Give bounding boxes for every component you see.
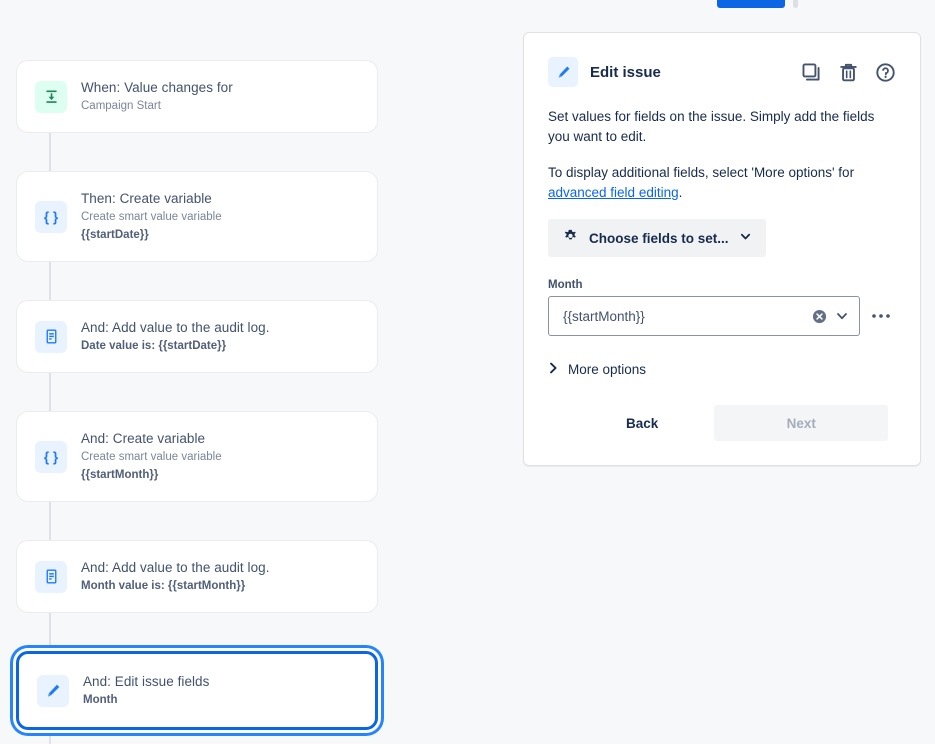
- rule-node: { } And: Create variable Create smart va…: [16, 411, 378, 540]
- rule-card-subtitle: Create smart value variable: [81, 451, 222, 463]
- audit-log-glyph: [46, 569, 56, 584]
- gear-icon: [562, 228, 579, 248]
- rule-connector: [49, 262, 51, 300]
- chevron-down-icon[interactable]: [835, 309, 849, 323]
- rule-node: And: Edit issue fields Month: [16, 651, 378, 744]
- panel-description-2-prefix: To display additional fields, select 'Mo…: [548, 165, 855, 180]
- rule-card-subtitle: Campaign Start: [81, 100, 161, 112]
- value-change-glyph: [45, 90, 57, 103]
- svg-text:{ }: { }: [44, 209, 59, 224]
- more-horizontal-icon[interactable]: [866, 312, 896, 320]
- audit-log-glyph: [46, 329, 56, 344]
- rule-card-text: And: Add value to the audit log. Month v…: [81, 559, 270, 594]
- rule-card-trigger[interactable]: When: Value changes for Campaign Start: [16, 60, 378, 133]
- rule-connector: [49, 502, 51, 540]
- curly-braces-glyph: { }: [44, 449, 59, 464]
- value-change-icon: [35, 80, 67, 113]
- rule-card-subtitle: Month: [83, 694, 118, 706]
- rule-chain: When: Value changes for Campaign Start {…: [16, 60, 378, 744]
- rule-card-audit-log-1[interactable]: And: Add value to the audit log. Date va…: [16, 300, 378, 373]
- curly-braces-icon: { }: [35, 440, 67, 473]
- rule-card-audit-log-2[interactable]: And: Add value to the audit log. Month v…: [16, 540, 378, 613]
- pencil-icon: [37, 674, 69, 707]
- rule-card-subtitle-value: {{startDate}}: [81, 229, 149, 241]
- back-button[interactable]: Back: [604, 406, 680, 441]
- help-icon[interactable]: [875, 62, 896, 83]
- chevron-down-glyph: [740, 233, 750, 240]
- rule-node: And: Add value to the audit log. Date va…: [16, 300, 378, 411]
- rule-connector: [49, 730, 51, 744]
- chevron-right-icon: [548, 362, 559, 377]
- rule-connector: [49, 613, 51, 651]
- gear-glyph: [564, 229, 576, 240]
- chevron-down-glyph: [837, 313, 847, 320]
- more-options-toggle[interactable]: More options: [548, 362, 646, 377]
- panel-footer: Back Next: [548, 405, 896, 441]
- chevron-down-icon: [739, 230, 752, 246]
- panel-description-2: To display additional fields, select 'Mo…: [548, 163, 896, 203]
- clear-glyph: [812, 309, 827, 323]
- rule-card-subtitle: Date value is: {{startDate}}: [81, 340, 227, 352]
- month-field-value: {{startMonth}}: [563, 308, 645, 324]
- advanced-field-editing-link[interactable]: advanced field editing: [548, 185, 679, 200]
- help-glyph: [876, 62, 895, 82]
- audit-log-icon: [35, 560, 67, 593]
- pencil-icon: [548, 57, 578, 87]
- duplicate-glyph: [802, 63, 820, 81]
- panel-description-2-suffix: .: [678, 185, 683, 200]
- topbar-secondary-button[interactable]: [793, 0, 798, 8]
- svg-text:{ }: { }: [44, 449, 59, 464]
- more-options-label: More options: [568, 362, 647, 377]
- rule-card-text: And: Add value to the audit log. Date va…: [81, 319, 270, 354]
- curly-braces-icon: { }: [35, 200, 67, 233]
- top-toolbar: [0, 0, 935, 9]
- audit-log-icon: [35, 320, 67, 353]
- month-field-label: Month: [548, 279, 583, 291]
- rule-card-text: When: Value changes for Campaign Start: [81, 79, 233, 114]
- month-field-row: {{startMonth}}: [548, 296, 896, 336]
- rule-connector: [49, 133, 51, 171]
- duplicate-icon[interactable]: [801, 62, 822, 83]
- topbar-primary-button[interactable]: [717, 0, 785, 8]
- next-button[interactable]: Next: [714, 405, 889, 441]
- rule-card-create-variable-2[interactable]: { } And: Create variable Create smart va…: [16, 411, 378, 502]
- rule-card-title: And: Add value to the audit log.: [81, 320, 270, 335]
- rule-node: And: Add value to the audit log. Month v…: [16, 540, 378, 651]
- page-title: Edit issue: [590, 63, 661, 81]
- month-select[interactable]: {{startMonth}}: [548, 296, 860, 336]
- trash-glyph: [840, 63, 857, 81]
- rule-node: When: Value changes for Campaign Start: [16, 60, 378, 171]
- choose-fields-label: Choose fields to set...: [589, 230, 729, 246]
- rule-card-edit-issue-fields[interactable]: And: Edit issue fields Month: [16, 651, 378, 730]
- rule-card-subtitle: Month value is: {{startMonth}}: [81, 580, 246, 592]
- trash-icon[interactable]: [838, 62, 859, 83]
- rule-card-title: And: Edit issue fields: [83, 674, 210, 689]
- panel-header: Edit issue: [548, 57, 896, 87]
- curly-braces-glyph: { }: [44, 209, 59, 224]
- rule-card-text: And: Edit issue fields Month: [83, 673, 209, 708]
- rule-card-subtitle-value: {{startMonth}}: [81, 469, 159, 481]
- edit-issue-config-panel: Edit issue Set values for fields on the …: [523, 32, 921, 466]
- rule-card-title: Then: Create variable: [81, 191, 212, 206]
- choose-fields-button[interactable]: Choose fields to set...: [548, 219, 766, 257]
- pencil-glyph: [47, 684, 60, 697]
- clear-icon[interactable]: [812, 309, 827, 324]
- rule-card-text: Then: Create variable Create smart value…: [81, 190, 222, 243]
- rule-card-text: And: Create variable Create smart value …: [81, 430, 222, 483]
- rule-card-title: And: Create variable: [81, 431, 206, 446]
- more-horizontal-glyph: [872, 314, 890, 318]
- rule-card-create-variable-1[interactable]: { } Then: Create variable Create smart v…: [16, 171, 378, 262]
- rule-card-title: And: Add value to the audit log.: [81, 560, 270, 575]
- panel-description-1: Set values for fields on the issue. Simp…: [548, 109, 875, 144]
- rule-card-subtitle: Create smart value variable: [81, 211, 222, 223]
- panel-actions: [801, 62, 896, 83]
- chevron-right-glyph: [550, 362, 557, 374]
- rule-node: { } Then: Create variable Create smart v…: [16, 171, 378, 300]
- rule-connector: [49, 373, 51, 411]
- rule-card-title: When: Value changes for: [81, 80, 233, 95]
- pencil-glyph: [558, 66, 569, 78]
